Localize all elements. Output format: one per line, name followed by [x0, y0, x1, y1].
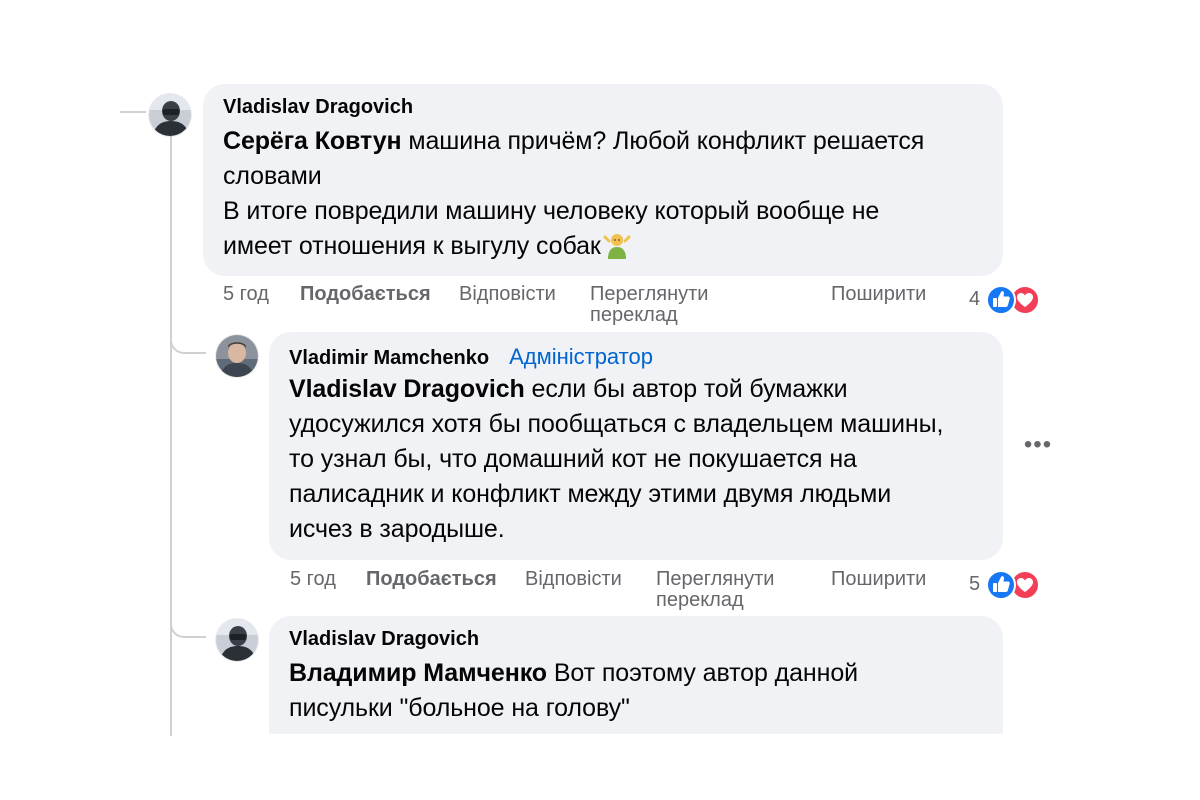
thread-branch-1: [170, 328, 206, 354]
comment-text: Владимир Мамченко Вот поэтому автор данн…: [289, 659, 859, 722]
comment-author[interactable]: Vladislav Dragovich: [223, 96, 413, 119]
see-translation-button[interactable]: Переглянути переклад: [590, 284, 750, 326]
thread-branch-2: [170, 612, 206, 638]
reaction-count[interactable]: 5: [969, 573, 980, 596]
reaction-summary[interactable]: [984, 569, 1040, 600]
see-translation-button[interactable]: Переглянути переклад: [656, 569, 816, 611]
comment-time[interactable]: 5 год: [290, 569, 336, 590]
man-avatar-icon: [216, 335, 258, 377]
like-button[interactable]: Подобається: [366, 569, 497, 590]
man-shrugging-icon: [603, 231, 631, 259]
mention-link[interactable]: Владимир Мамченко: [289, 659, 547, 687]
mention-link[interactable]: Серёга Ковтун: [223, 127, 402, 155]
comment-bubble: Vladislav Dragovich Серёга Ковтун машина…: [203, 84, 1003, 276]
comment-actions: 5 год Подобається Відповісти Переглянути…: [290, 569, 1050, 615]
thread-connector-top: [120, 111, 146, 113]
avatar[interactable]: [216, 335, 258, 377]
share-button[interactable]: Поширити: [831, 284, 926, 305]
comment-author[interactable]: Vladimir Mamchenko: [289, 347, 489, 370]
comment-text: Серёга Ковтун машина причём? Любой конфл…: [223, 127, 925, 260]
comment-bubble: Vladimir Mamchenko Адміністратор Vladisl…: [269, 332, 1003, 560]
like-button[interactable]: Подобається: [300, 284, 431, 305]
comment-author[interactable]: Vladislav Dragovich: [289, 628, 479, 651]
admin-badge: Адміністратор: [509, 344, 653, 369]
comment-text: Vladislav Dragovich если бы автор той бу…: [289, 375, 944, 543]
comment-actions: 5 год Подобається Відповісти Переглянути…: [223, 284, 1053, 330]
avatar[interactable]: [216, 619, 258, 661]
share-button[interactable]: Поширити: [831, 569, 926, 590]
masked-man-avatar-icon: [216, 619, 258, 661]
mention-link[interactable]: Vladislav Dragovich: [289, 375, 525, 403]
reaction-count[interactable]: 4: [969, 288, 980, 311]
reply-button[interactable]: Відповісти: [459, 284, 556, 305]
like-reaction-icon: [986, 570, 1016, 600]
reply-button[interactable]: Відповісти: [525, 569, 622, 590]
comment-time[interactable]: 5 год: [223, 284, 269, 305]
comment-bubble: Vladislav Dragovich Владимир Мамченко Во…: [269, 616, 1003, 734]
avatar[interactable]: [149, 94, 191, 136]
more-options-button[interactable]: •••: [1018, 430, 1058, 460]
like-reaction-icon: [986, 285, 1016, 315]
thread-vertical-line: [170, 136, 172, 736]
masked-man-avatar-icon: [149, 94, 191, 136]
reaction-summary[interactable]: [984, 284, 1040, 315]
